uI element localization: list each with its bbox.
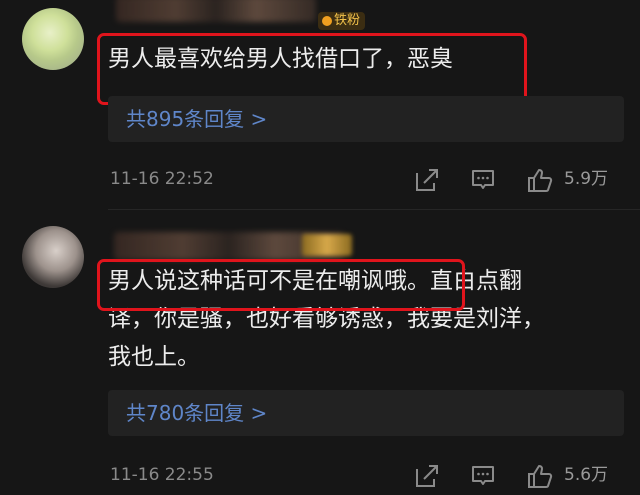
timestamp: 11-16 22:52 — [110, 169, 214, 189]
avatar[interactable] — [22, 226, 84, 288]
comment-card: 男人说这种话可不是在嘲讽哦。直白点翻 译，你是骚，也好看够诱惑，我要是刘洋， 我… — [0, 210, 640, 495]
replies-count-label: 共895条回复 > — [126, 107, 268, 131]
like-count: 5.6万 — [564, 465, 609, 485]
fan-badge-icon — [322, 16, 332, 26]
timestamp: 11-16 22:55 — [110, 465, 214, 485]
username-blurred[interactable] — [116, 0, 316, 22]
view-replies-button[interactable]: 共895条回复 > — [108, 96, 624, 142]
red-highlight-box — [97, 259, 465, 311]
view-replies-button[interactable]: 共780条回复 > — [108, 390, 624, 436]
share-icon[interactable] — [414, 167, 440, 193]
comment-meta: 11-16 22:52 5.9万 — [108, 164, 640, 194]
fan-badge-label: 铁粉 — [334, 13, 361, 28]
comment-card: 铁粉 男人最喜欢给男人找借口了，恶臭 共895条回复 > 11-16 22:52… — [0, 0, 640, 210]
like-icon[interactable] — [526, 166, 554, 194]
badge-blurred — [302, 234, 352, 256]
fan-badge: 铁粉 — [318, 12, 366, 30]
like-icon[interactable] — [526, 462, 554, 490]
avatar[interactable] — [22, 8, 84, 70]
comment-icon[interactable] — [470, 167, 496, 193]
comment-meta: 11-16 22:55 5.6万 — [108, 460, 640, 490]
comment-icon[interactable] — [470, 463, 496, 489]
share-icon[interactable] — [414, 463, 440, 489]
comment-text-line: 我也上。 — [108, 344, 200, 370]
replies-count-label: 共780条回复 > — [126, 401, 268, 425]
red-highlight-box — [97, 33, 527, 105]
like-count: 5.9万 — [564, 169, 609, 189]
